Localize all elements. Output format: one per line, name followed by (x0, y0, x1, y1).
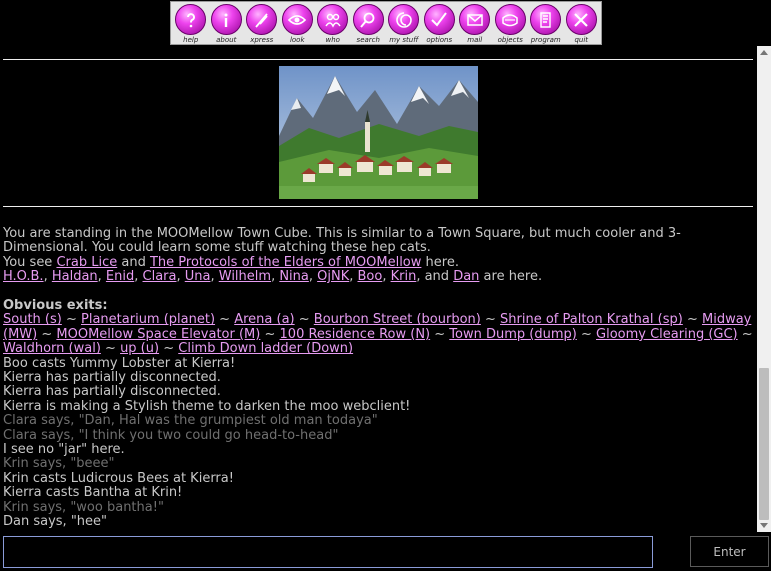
message-line: Krin says, "beee" (3, 456, 115, 472)
exits-heading: Obvious exits: (3, 298, 108, 314)
scroll-down-icon[interactable] (760, 523, 768, 528)
toolbar-label: program (530, 36, 561, 44)
toolbar-label: xpress (250, 36, 274, 44)
exit-link[interactable]: Climb Down ladder (Down) (178, 341, 353, 356)
toolbar-label: look (289, 36, 305, 44)
player-link[interactable]: Haldan (52, 269, 98, 284)
alpine-village-image (279, 66, 478, 199)
scrollbar[interactable] (757, 46, 771, 532)
check-icon (423, 4, 455, 35)
message-line: Krin says, "woo bantha!" (3, 499, 164, 515)
exit-link[interactable]: 100 Residence Row (N) (280, 327, 431, 342)
player-link[interactable]: H.O.B. (3, 269, 44, 284)
room-description: You are standing in the MOOMellow Town C… (3, 226, 681, 256)
x-icon (565, 4, 597, 35)
people-icon (317, 4, 349, 35)
toolbar-button-look[interactable]: look (280, 2, 316, 44)
player-link[interactable]: Enid (106, 269, 134, 284)
toolbar-button-xpress[interactable]: xpress (244, 2, 280, 44)
scroll-up-icon[interactable] (760, 50, 768, 55)
exit-link[interactable]: Gloomy Clearing (GC) (596, 327, 738, 342)
exit-link[interactable]: up (u) (120, 341, 159, 356)
separator-bottom (3, 206, 753, 207)
toolbar-label: help (183, 36, 199, 44)
message-line: Kierra has partially disconnected. (3, 370, 221, 386)
script-icon (530, 4, 562, 35)
toolbar-label: mail (467, 36, 483, 44)
message-line: Krin casts Ludicrous Bees at Kierra! (3, 470, 234, 486)
toolbar-button-options[interactable]: options (422, 2, 458, 44)
toolbar-button-who[interactable]: who (315, 2, 351, 44)
question-icon (175, 4, 207, 35)
pad-icon (494, 4, 526, 35)
player-link[interactable]: Wilhelm (219, 269, 271, 284)
separator-top (3, 59, 753, 60)
exit-link[interactable]: Town Dump (dump) (449, 327, 577, 342)
info-icon (210, 4, 242, 35)
exit-link[interactable]: Arena (a) (234, 312, 294, 327)
toolbar-button-about[interactable]: about (209, 2, 245, 44)
player-link[interactable]: Dan (453, 269, 479, 284)
player-link[interactable]: OjNK (317, 269, 349, 284)
message-line: Kierra has partially disconnected. (3, 384, 221, 400)
eye-icon (281, 4, 313, 35)
player-link[interactable]: Boo (358, 269, 383, 284)
player-link[interactable]: Nina (279, 269, 309, 284)
exit-link[interactable]: Planetarium (planet) (81, 312, 215, 327)
toolbar-label: quit (574, 36, 589, 44)
toolbar-label: search (356, 36, 380, 44)
toolbar-button-help[interactable]: help (173, 2, 209, 44)
message-line: Kierra is making a Stylish theme to dark… (3, 398, 411, 414)
scroll-thumb[interactable] (759, 368, 769, 520)
exit-link[interactable]: Waldhorn (wal) (3, 341, 101, 356)
message-list: Boo casts Yummy Lobster at Kierra! Kierra… (3, 355, 753, 530)
toolbar-button-my-stuff[interactable]: my stuff (386, 2, 422, 44)
exit-link[interactable]: Bourbon Street (bourbon) (314, 312, 481, 327)
message-line: Clara says, "Dan, Hal was the grumpiest … (3, 413, 378, 429)
toolbar-button-program[interactable]: program (528, 2, 564, 44)
player-link[interactable]: Clara (143, 269, 177, 284)
exit-link[interactable]: South (s) (3, 312, 62, 327)
items-line: You see Crab Lice and The Protocols of t… (3, 254, 459, 270)
item-link[interactable]: The Protocols of the Elders of MOOMellow (150, 255, 421, 270)
exit-link[interactable]: MOOMellow Space Elevator (M) (56, 327, 260, 342)
item-link[interactable]: Crab Lice (56, 255, 117, 270)
message-line: Boo casts Yummy Lobster at Kierra! (3, 355, 236, 371)
player-link[interactable]: Una (185, 269, 211, 284)
exits-line: South (s) ~ Planetarium (planet) ~ Arena… (3, 312, 753, 357)
player-link[interactable]: Krin (391, 269, 417, 284)
toolbar-button-mail[interactable]: mail (457, 2, 493, 44)
toolbar-label: about (216, 36, 237, 44)
message-line: Dan says, "hee" (3, 514, 108, 530)
players-line: H.O.B., Haldan, Enid, Clara, Una, Wilhel… (3, 269, 543, 285)
toolbar-label: who (325, 36, 340, 44)
command-input[interactable] (3, 536, 653, 568)
toolbar-button-objects[interactable]: objects (493, 2, 529, 44)
toolbar: help about xpress look who search my stuff opti… (170, 1, 602, 45)
message-line: Clara says, "I think you two could go he… (3, 427, 339, 443)
toolbar-button-quit[interactable]: quit (564, 2, 600, 44)
message-line: Kierra casts Bantha at Krin! (3, 485, 183, 501)
toolbar-label: objects (497, 36, 523, 44)
message-line: I see no "jar" here. (3, 442, 125, 458)
exit-link[interactable]: Shrine of Palton Krathal (sp) (500, 312, 683, 327)
enter-button[interactable]: Enter (690, 536, 769, 567)
magnifier-icon (352, 4, 384, 35)
swirl-icon (388, 4, 420, 35)
toolbar-label: options (426, 36, 453, 44)
toolbar-label: my stuff (389, 36, 419, 44)
output-log: You are standing in the MOOMellow Town C… (3, 226, 753, 530)
toolbar-button-search[interactable]: search (351, 2, 387, 44)
envelope-icon (459, 4, 491, 35)
quill-icon (246, 4, 278, 35)
